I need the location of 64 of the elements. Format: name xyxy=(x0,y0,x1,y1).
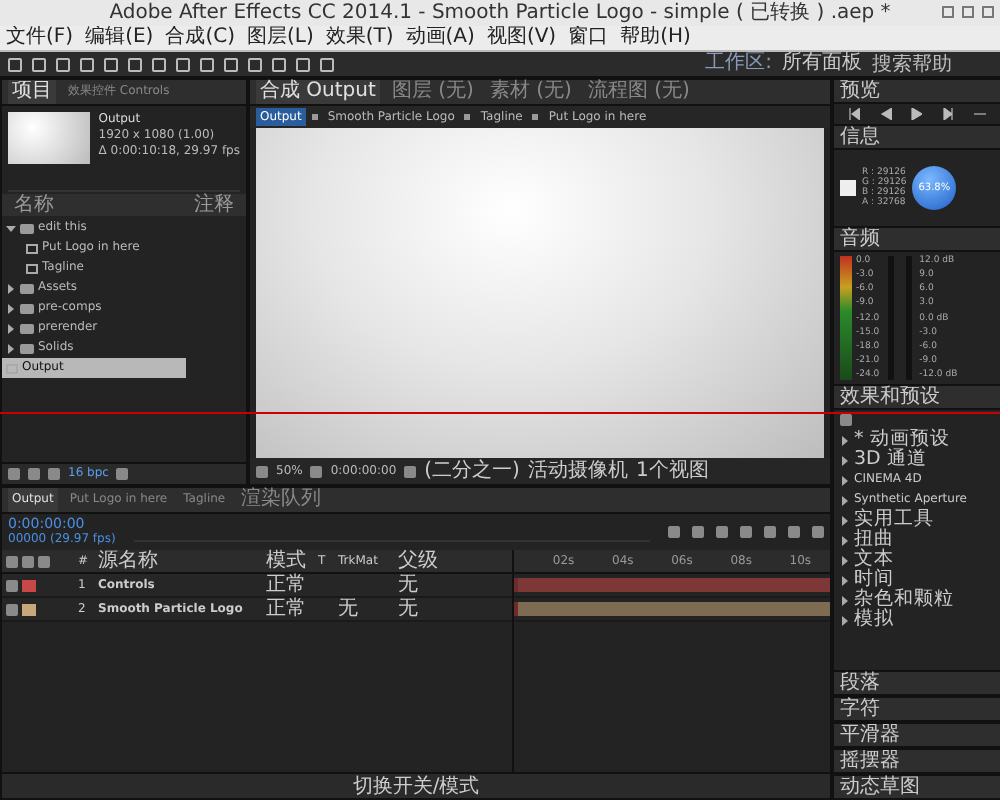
menu-item[interactable]: 编辑(E) xyxy=(85,26,154,50)
menu-item[interactable]: 效果(T) xyxy=(325,26,394,50)
mode-dropdown[interactable]: 正常 xyxy=(266,598,318,620)
label-color-swatch[interactable] xyxy=(22,579,36,591)
column-header: 父级 xyxy=(398,550,440,572)
workspace-label: 工作区: xyxy=(705,52,772,76)
panel-tab[interactable]: 素材 (无) xyxy=(485,80,576,104)
color-swatch xyxy=(840,180,856,196)
resolution-dropdown[interactable]: (二分之一) xyxy=(424,460,520,482)
panel-header[interactable]: 摇摆器 xyxy=(834,748,1000,774)
panel-header: 信息 xyxy=(834,124,1000,150)
panel-header: 音频 xyxy=(834,226,1000,252)
panel-tab[interactable]: 合成 Output xyxy=(256,80,380,104)
panel-header: 效果和预设 xyxy=(834,384,1000,410)
menu-item[interactable]: 窗口 xyxy=(568,26,609,50)
camera-dropdown[interactable]: 活动摄像机 xyxy=(527,460,628,482)
panel-header[interactable]: 平滑器 xyxy=(834,722,1000,748)
playback-icon[interactable] xyxy=(879,108,892,120)
audio-meter xyxy=(840,256,852,380)
column-header: 源名称 xyxy=(98,550,160,572)
window-title: Adobe After Effects CC 2014.1 - Smooth Particle Logo - simple ( 已转换 ) .aep * xyxy=(109,1,891,25)
search-field[interactable]: 搜索帮助 xyxy=(872,53,992,75)
menu-item[interactable]: 合成(C) xyxy=(165,26,235,50)
effect-category[interactable]: 3D 通道 xyxy=(840,450,994,470)
trkmat-dropdown[interactable]: 无 xyxy=(338,598,398,620)
workspace-dropdown[interactable]: 所有面板 xyxy=(782,52,862,76)
effect-category[interactable]: 扭曲 xyxy=(840,530,994,550)
separator-icon xyxy=(532,114,539,120)
views-dropdown[interactable]: 1个视图 xyxy=(635,460,709,482)
panel-tab[interactable]: 图层 (无) xyxy=(387,80,478,104)
effect-category[interactable]: 杂色和颗粒 xyxy=(840,590,994,610)
menu-item[interactable]: 视图(V) xyxy=(486,26,557,50)
playback-icon[interactable] xyxy=(847,108,860,120)
effect-category[interactable]: 文本 xyxy=(840,550,994,570)
parent-dropdown[interactable]: 无 xyxy=(398,598,478,620)
playback-icon[interactable] xyxy=(942,108,955,120)
mode-dropdown[interactable]: 正常 xyxy=(266,574,318,596)
column-header[interactable]: 注释 xyxy=(194,194,234,216)
playback-icon[interactable] xyxy=(910,108,923,120)
panel-tab[interactable]: 项目 xyxy=(8,80,56,104)
expand-arrow-icon[interactable] xyxy=(6,223,16,233)
toggle-switches-modes[interactable]: 切换开关/模式 xyxy=(352,775,480,797)
playback-icon[interactable] xyxy=(974,108,987,120)
panel-header: 预览 xyxy=(834,78,1000,104)
panel-tab[interactable]: 渲染队列 xyxy=(237,488,326,512)
effect-category[interactable]: * 动画预设 xyxy=(840,430,994,450)
column-header: 模式 xyxy=(266,550,308,572)
menu-item[interactable]: 文件(F) xyxy=(6,26,74,50)
column-header[interactable]: 名称 xyxy=(14,194,54,216)
effect-category[interactable]: 模拟 xyxy=(840,610,994,630)
menu-item[interactable]: 动画(A) xyxy=(405,26,475,50)
composition-thumbnail xyxy=(8,112,91,164)
panel-header[interactable]: 字符 xyxy=(834,696,1000,722)
effect-category[interactable]: 时间 xyxy=(840,570,994,590)
menu-item[interactable]: 图层(L) xyxy=(246,26,314,50)
parent-dropdown[interactable]: 无 xyxy=(398,574,478,596)
panel-tab[interactable]: 流程图 (无) xyxy=(583,80,694,104)
panel-header[interactable]: 段落 xyxy=(834,670,1000,696)
separator-icon xyxy=(311,114,318,120)
separator-icon xyxy=(464,114,471,120)
label-color-swatch[interactable] xyxy=(22,603,36,615)
menu-item[interactable]: 帮助(H) xyxy=(620,26,691,50)
panel-header[interactable]: 动态草图 xyxy=(834,774,1000,800)
effect-category[interactable]: 实用工具 xyxy=(840,510,994,530)
